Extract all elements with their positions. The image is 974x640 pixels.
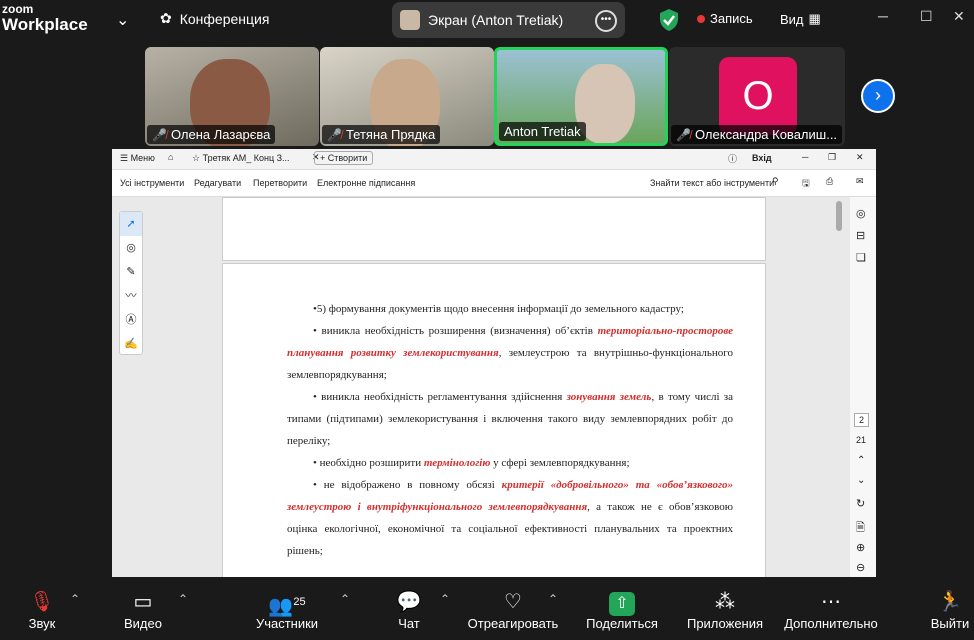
participant-tile-4[interactable]: O 🎤̸ Олександра Ковалиш... — [669, 47, 845, 146]
pdf-toolbar: Усі інструменти Редагувати Перетворити Е… — [112, 170, 876, 197]
maximize-icon[interactable]: ☐ — [920, 8, 933, 25]
react-button[interactable]: ♡ Отреагировать — [466, 588, 560, 631]
zoom-out-icon[interactable]: ⊖ — [856, 561, 865, 574]
zoom-in-icon[interactable]: ⊕ — [856, 541, 865, 554]
page-number-field[interactable]: 2 — [854, 413, 870, 427]
meeting-info-button[interactable]: ✿ Конференция — [160, 10, 269, 27]
close-icon[interactable]: ✕ — [856, 152, 864, 163]
share-screen-icon: ⇧ — [584, 588, 660, 616]
annotation-toolbar: ➚ ◎ ✎ 〰 Ⓐ ✍ — [119, 211, 143, 355]
chat-icon: 💬 — [396, 591, 422, 613]
maximize-icon[interactable]: ❐ — [828, 152, 836, 163]
participant-tile-3-active[interactable]: Anton Tretiak — [494, 47, 668, 146]
apps-icon: ⁂ — [715, 591, 735, 613]
document-icon[interactable]: 🗎 — [856, 519, 865, 538]
tab-esign[interactable]: Електронне підписання — [317, 178, 415, 188]
comment-tool-icon[interactable]: ◎ — [120, 236, 142, 260]
react-options-chevron-icon[interactable]: ⌃ — [548, 592, 558, 606]
mic-muted-icon: 🎤̸ — [152, 127, 167, 142]
print-icon[interactable]: ⎙ — [826, 176, 833, 187]
mic-muted-icon: 🎤̸ — [676, 127, 691, 142]
leave-icon: 🏃 — [937, 591, 963, 613]
select-tool-icon[interactable]: ➚ — [120, 212, 142, 236]
more-icon[interactable]: ••• — [595, 10, 617, 32]
participant-tile-1[interactable]: 🎤̸ Олена Лазарєва — [145, 47, 319, 146]
search-field[interactable]: Знайти текст або інструменти — [650, 178, 774, 188]
page-total: 21 — [856, 435, 867, 445]
mic-muted-icon: 🎤̸ — [327, 127, 342, 142]
video-button[interactable]: ▭ Видео — [120, 588, 166, 631]
save-icon[interactable]: 🖫 — [802, 176, 810, 192]
video-gallery: 🎤̸ Олена Лазарєва 🎤̸ Тетяна Прядка Anton T… — [0, 47, 974, 147]
tab-edit[interactable]: Редагувати — [194, 178, 241, 188]
avatar: O — [719, 57, 797, 135]
pdf-titlebar: ☰ Меню ⌂ ☆ Третяк АМ_ Конц З... ✕ + Ство… — [112, 149, 876, 170]
text-tool-icon[interactable]: Ⓐ — [120, 308, 142, 332]
minimize-icon[interactable]: ─ — [878, 8, 888, 24]
prev-page-icon[interactable]: ⌃ — [857, 455, 865, 466]
home-icon[interactable]: ⌂ — [168, 152, 173, 162]
screen-share-pill[interactable]: Экран (Anton Tretiak) ••• — [392, 2, 625, 38]
rotate-icon[interactable]: ↻ — [856, 497, 865, 510]
paw-icon: ✿ — [160, 10, 172, 26]
grid-icon: ▦ — [808, 11, 821, 26]
view-button[interactable]: Вид ▦ — [780, 11, 821, 27]
highlight-tool-icon[interactable]: ✎ — [120, 260, 142, 284]
pages-icon[interactable]: ❏ — [856, 251, 866, 264]
mic-muted-icon: 🎙 — [29, 591, 55, 613]
tab-convert[interactable]: Перетворити — [253, 178, 307, 188]
minimize-icon[interactable]: ─ — [802, 152, 808, 162]
heart-icon: ♡ — [504, 591, 522, 613]
audio-button[interactable]: 🎙 Звук — [22, 588, 62, 631]
zoom-logo: zoom Workplace — [2, 2, 88, 34]
bookmark-icon[interactable]: ⊟ — [856, 229, 865, 242]
create-button[interactable]: + Створити — [314, 151, 374, 165]
menu-button[interactable]: ☰ Меню — [120, 153, 155, 164]
meeting-controls: 🎙 Звук ⌃ ▭ Видео ⌃ 👥25 Участники ⌃ 💬 Чат ⌃ ♡… — [0, 578, 974, 640]
chat-options-chevron-icon[interactable]: ⌃ — [440, 592, 450, 606]
more-button[interactable]: ⋯ Дополнительно — [780, 588, 882, 631]
top-bar: zoom Workplace ⌄ ✿ Конференция Экран (Ant… — [0, 0, 974, 42]
right-rail: ◎ ⊟ ❏ 2 21 ⌃ ⌄ ↻ 🗎 ⊕ ⊖ — [850, 197, 876, 577]
pdf-page: •5) формування документів щодо внесення … — [222, 263, 766, 577]
tab-document[interactable]: ☆ Третяк АМ_ Конц З... — [192, 153, 290, 164]
participants-button[interactable]: 👥25 Участники — [252, 588, 322, 631]
participants-options-chevron-icon[interactable]: ⌃ — [340, 592, 350, 606]
camera-icon: ▭ — [133, 591, 153, 613]
video-options-chevron-icon[interactable]: ⌃ — [178, 592, 188, 606]
leave-button[interactable]: 🏃 Выйти — [930, 588, 970, 631]
avatar — [400, 10, 420, 30]
next-page-arrow-icon[interactable]: › — [861, 79, 895, 113]
sign-tool-icon[interactable]: ✍ — [120, 332, 142, 356]
help-icon[interactable]: ⓘ — [728, 152, 737, 165]
record-dot-icon — [697, 14, 705, 23]
next-page-icon[interactable]: ⌄ — [857, 475, 865, 486]
shield-icon[interactable] — [658, 8, 680, 32]
chevron-down-icon[interactable]: ⌄ — [116, 10, 129, 30]
tab-all-tools[interactable]: Усі інструменти — [120, 178, 184, 188]
document-text: •5) формування документів щодо внесення … — [287, 303, 734, 557]
comment-panel-icon[interactable]: ◎ — [856, 207, 866, 220]
shared-screen: ☰ Меню ⌂ ☆ Третяк АМ_ Конц З... ✕ + Ство… — [112, 149, 876, 577]
apps-button[interactable]: ⁂ Приложения — [684, 588, 766, 631]
chat-button[interactable]: 💬 Чат — [394, 588, 424, 631]
audio-options-chevron-icon[interactable]: ⌃ — [70, 592, 80, 606]
share-button[interactable]: ⇧ Поделиться — [584, 588, 660, 631]
pdf-page-previous — [222, 197, 766, 261]
signin-button[interactable]: Вхід — [752, 153, 772, 163]
scrollbar[interactable] — [836, 201, 842, 231]
record-button[interactable]: Запись — [697, 11, 753, 26]
close-icon[interactable]: ✕ — [953, 8, 965, 25]
mail-icon[interactable]: ✉ — [856, 176, 864, 187]
search-icon[interactable]: ⚲ — [772, 176, 779, 187]
more-icon: ⋯ — [821, 591, 841, 613]
people-icon: 👥25 — [268, 595, 306, 618]
draw-tool-icon[interactable]: 〰 — [120, 284, 142, 308]
participant-tile-2[interactable]: 🎤̸ Тетяна Прядка — [320, 47, 494, 146]
